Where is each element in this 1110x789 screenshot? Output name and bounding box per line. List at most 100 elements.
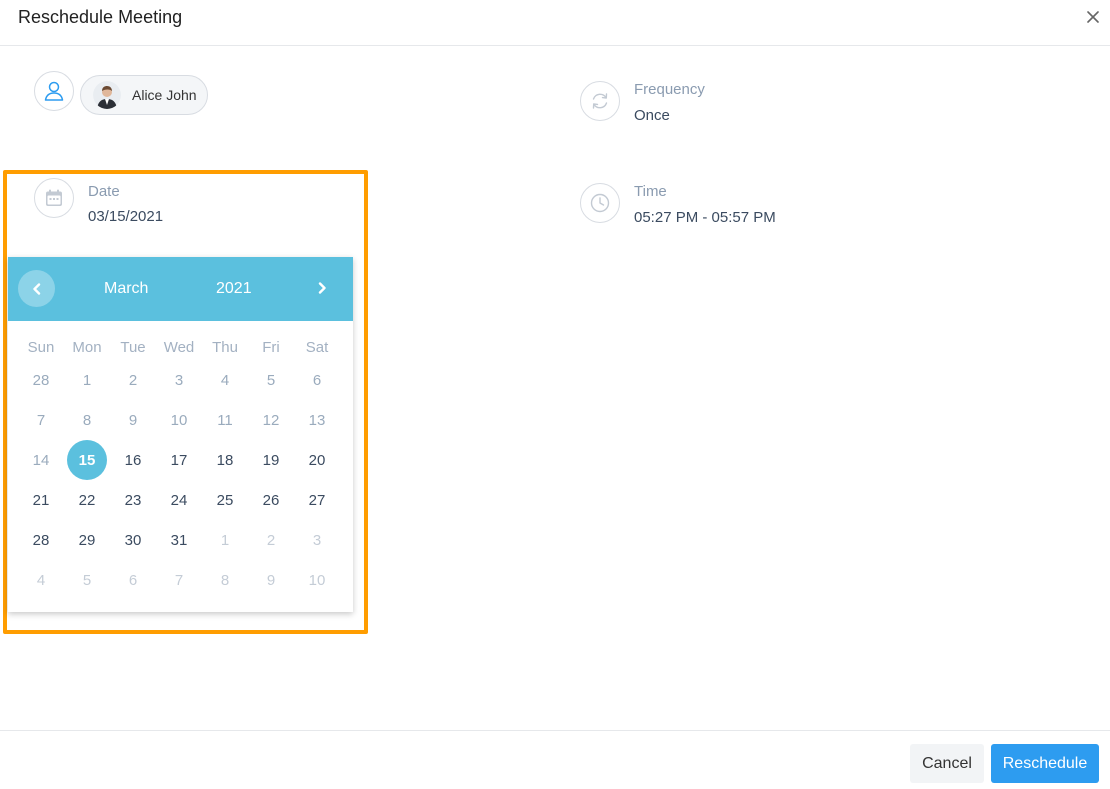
day-cell[interactable]: 1	[64, 360, 110, 400]
day-number: 15	[67, 440, 107, 480]
dialog-header: Reschedule Meeting	[0, 0, 1110, 46]
attendee-name: Alice John	[132, 87, 197, 103]
weekday-label: Thu	[212, 339, 238, 356]
day-number: 19	[262, 451, 280, 469]
day-number: 14	[32, 451, 50, 469]
day-number: 26	[262, 491, 280, 509]
frequency-value[interactable]: Once	[634, 107, 670, 124]
day-number: 7	[36, 411, 46, 429]
date-picker: March 2021 Sun Mon Tue Wed Thu Fri Sat 28 1 2 3 4 5…	[8, 257, 353, 612]
day-cell[interactable]: 6	[294, 360, 340, 400]
day-cell[interactable]: 11	[202, 400, 248, 440]
day-number: 13	[308, 411, 326, 429]
day-cell[interactable]: 7	[18, 400, 64, 440]
day-cell[interactable]: 12	[248, 400, 294, 440]
weekday-header: Sun Mon Tue Wed Thu Fri Sat	[18, 339, 340, 359]
day-cell[interactable]: 13	[294, 400, 340, 440]
day-number: 16	[124, 451, 142, 469]
day-grid: 28 1 2 3 4 5 6 7 8 9 10 11 12 13 14 15 16 17 18 19 20 21 22 23 2…	[18, 360, 340, 600]
day-cell[interactable]: 16	[110, 440, 156, 480]
day-cell[interactable]: 6	[110, 560, 156, 600]
day-number: 31	[170, 531, 188, 549]
day-number: 18	[216, 451, 234, 469]
day-cell[interactable]: 5	[64, 560, 110, 600]
day-cell[interactable]: 9	[248, 560, 294, 600]
day-cell[interactable]: 22	[64, 480, 110, 520]
day-cell[interactable]: 5	[248, 360, 294, 400]
day-number: 17	[170, 451, 188, 469]
refresh-icon	[580, 81, 620, 121]
day-number: 28	[32, 371, 50, 389]
day-cell[interactable]: 14	[18, 440, 64, 480]
day-cell[interactable]: 3	[156, 360, 202, 400]
day-cell[interactable]: 25	[202, 480, 248, 520]
day-cell[interactable]: 28	[18, 520, 64, 560]
prev-month-button[interactable]	[18, 270, 55, 307]
clock-icon	[580, 183, 620, 223]
close-button[interactable]	[1082, 6, 1104, 28]
user-icon	[34, 71, 74, 111]
day-cell[interactable]: 2	[110, 360, 156, 400]
attendee-chip[interactable]: Alice John	[80, 75, 208, 115]
weekday-label: Sat	[305, 339, 329, 356]
chevron-left-icon	[32, 282, 40, 295]
day-cell[interactable]: 23	[110, 480, 156, 520]
day-number: 29	[78, 531, 96, 549]
close-icon	[1087, 11, 1099, 23]
day-number: 2	[128, 371, 138, 389]
day-cell[interactable]: 30	[110, 520, 156, 560]
time-value[interactable]: 05:27 PM - 05:57 PM	[634, 209, 776, 226]
day-number: 1	[82, 371, 92, 389]
day-cell[interactable]: 27	[294, 480, 340, 520]
day-cell[interactable]: 8	[202, 560, 248, 600]
next-month-button[interactable]	[305, 271, 339, 305]
day-cell[interactable]: 24	[156, 480, 202, 520]
cancel-button[interactable]: Cancel	[910, 744, 984, 783]
day-cell[interactable]: 28	[18, 360, 64, 400]
time-label: Time	[634, 183, 667, 200]
day-cell[interactable]: 9	[110, 400, 156, 440]
day-number: 5	[82, 571, 92, 589]
weekday-label: Mon	[72, 339, 102, 356]
frequency-label: Frequency	[634, 81, 705, 98]
day-cell[interactable]: 4	[202, 360, 248, 400]
day-cell[interactable]: 4	[18, 560, 64, 600]
day-cell[interactable]: 10	[294, 560, 340, 600]
day-cell[interactable]: 29	[64, 520, 110, 560]
year-selector[interactable]: 2021	[216, 280, 252, 298]
day-number: 9	[128, 411, 138, 429]
day-cell[interactable]: 8	[64, 400, 110, 440]
day-cell[interactable]: 21	[18, 480, 64, 520]
day-number: 6	[312, 371, 322, 389]
day-cell[interactable]: 26	[248, 480, 294, 520]
day-cell[interactable]: 19	[248, 440, 294, 480]
day-number: 7	[174, 571, 184, 589]
day-number: 24	[170, 491, 188, 509]
day-cell[interactable]: 2	[248, 520, 294, 560]
day-number: 5	[266, 371, 276, 389]
day-cell[interactable]: 31	[156, 520, 202, 560]
day-cell[interactable]: 10	[156, 400, 202, 440]
day-cell[interactable]: 7	[156, 560, 202, 600]
day-cell[interactable]: 1	[202, 520, 248, 560]
day-number: 28	[32, 531, 50, 549]
reschedule-button[interactable]: Reschedule	[991, 744, 1099, 783]
day-cell-selected[interactable]: 15	[64, 440, 110, 480]
day-number: 9	[266, 571, 276, 589]
day-number: 8	[220, 571, 230, 589]
day-number: 22	[78, 491, 96, 509]
chevron-right-icon	[318, 282, 326, 294]
day-number: 20	[308, 451, 326, 469]
day-number: 4	[36, 571, 46, 589]
weekday-label: Fri	[262, 339, 280, 356]
day-cell[interactable]: 3	[294, 520, 340, 560]
day-cell[interactable]: 20	[294, 440, 340, 480]
day-number: 3	[312, 531, 322, 549]
date-picker-header: March 2021	[8, 257, 353, 321]
day-number: 21	[32, 491, 50, 509]
day-number: 27	[308, 491, 326, 509]
day-cell[interactable]: 18	[202, 440, 248, 480]
day-cell[interactable]: 17	[156, 440, 202, 480]
month-selector[interactable]: March	[104, 280, 148, 298]
day-number: 4	[220, 371, 230, 389]
